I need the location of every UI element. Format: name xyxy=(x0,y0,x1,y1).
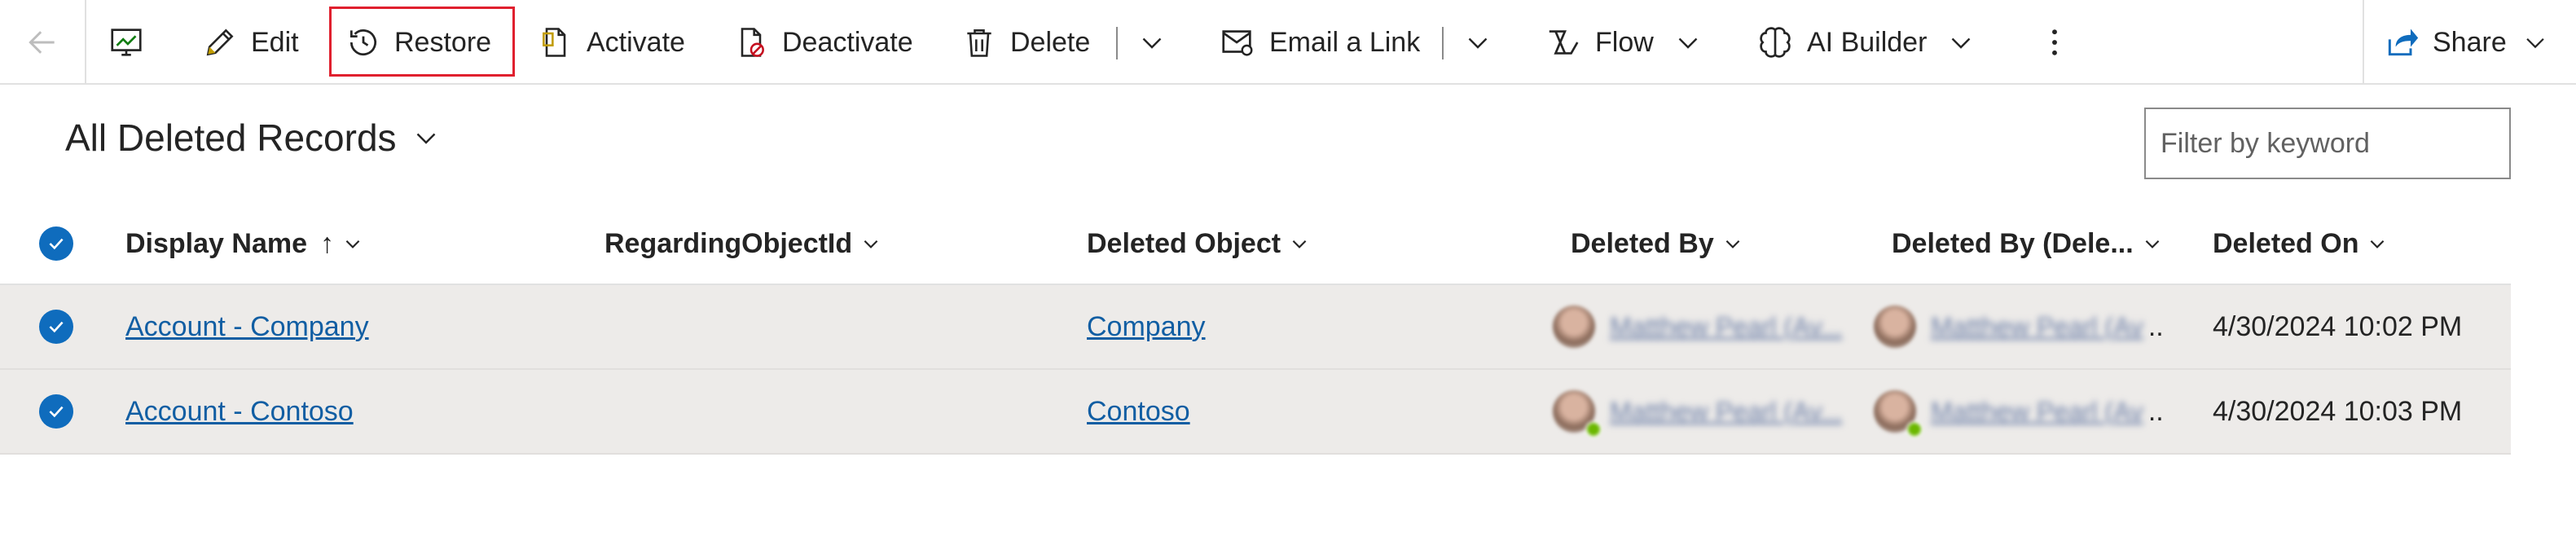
activate-button[interactable]: Activate xyxy=(538,0,685,85)
deleted-by-delegate-link[interactable]: Matthew Pearl (Av xyxy=(1931,312,2143,342)
chevron-down-icon xyxy=(2145,240,2160,248)
deleted-by-link[interactable]: Matthew Pearl (Av... xyxy=(1610,397,1842,427)
view-title: All Deleted Records xyxy=(65,117,397,159)
deleted-by-delegate-cell[interactable]: Matthew Pearl (Av .. xyxy=(1874,285,2164,368)
column-label: Deleted On xyxy=(2213,227,2359,259)
chevron-down-icon xyxy=(1952,37,1971,49)
command-bar: Edit Restore Activate Deactivate Delete … xyxy=(0,0,2576,85)
toolbar-separator xyxy=(1116,27,1118,59)
ai-builder-label: AI Builder xyxy=(1807,26,1928,58)
column-header-deleted-by-delegate[interactable]: Deleted By (Dele... xyxy=(1892,204,2163,284)
checkmark-icon xyxy=(49,406,64,418)
column-label: Deleted Object xyxy=(1087,227,1281,259)
deleted-by-link[interactable]: Matthew Pearl (Av... xyxy=(1610,312,1842,342)
email-link-button[interactable]: Email a Link xyxy=(1219,0,1420,85)
column-label: RegardingObjectId xyxy=(604,227,853,259)
display-name-link[interactable]: Account - Contoso xyxy=(125,396,354,428)
share-button[interactable]: Share xyxy=(2384,0,2549,85)
sort-ascending-icon: ↑ xyxy=(320,227,334,259)
checkmark-icon xyxy=(49,238,64,250)
truncation-ellipsis: .. xyxy=(2147,310,2164,342)
delete-more-button[interactable] xyxy=(1137,0,1167,85)
back-arrow-icon xyxy=(29,31,55,54)
pencil-icon xyxy=(206,29,234,56)
email-link-icon xyxy=(1222,30,1253,56)
back-button[interactable] xyxy=(24,0,60,85)
flow-button[interactable]: Flow xyxy=(1545,0,1703,85)
more-vertical-icon xyxy=(2052,29,2057,55)
deleted-by-delegate-cell[interactable]: Matthew Pearl (Av .. xyxy=(1874,370,2164,453)
share-icon xyxy=(2388,29,2419,56)
deactivate-label: Deactivate xyxy=(782,26,913,58)
column-label: Deleted By (Dele... xyxy=(1892,227,2134,259)
chevron-down-icon xyxy=(345,240,360,248)
table-row[interactable]: Account - Contoso Contoso Matthew Pearl … xyxy=(0,370,2511,455)
checkmark-icon xyxy=(49,321,64,333)
avatar xyxy=(1874,306,1916,348)
row-checkbox[interactable] xyxy=(39,310,73,344)
presence-available-icon xyxy=(1585,421,1602,437)
deleted-on-value: 4/30/2024 10:03 PM xyxy=(2213,395,2463,427)
flow-label: Flow xyxy=(1595,26,1654,58)
deleted-by-cell[interactable]: Matthew Pearl (Av... xyxy=(1553,285,1842,368)
deleted-object-link[interactable]: Contoso xyxy=(1087,396,1190,428)
deleted-object-link[interactable]: Company xyxy=(1087,311,1206,343)
delete-label: Delete xyxy=(1010,26,1091,58)
column-header-deleted-by[interactable]: Deleted By xyxy=(1571,204,1743,284)
restore-highlight xyxy=(329,7,515,77)
document-blocked-icon xyxy=(741,28,764,57)
activate-label: Activate xyxy=(587,26,685,58)
select-all-checkbox[interactable] xyxy=(39,226,73,261)
toolbar-divider xyxy=(2363,0,2364,85)
records-grid: Display Name ↑ RegardingObjectId Deleted… xyxy=(0,204,2511,455)
chevron-down-icon xyxy=(1142,37,1162,49)
toolbar-divider xyxy=(85,0,86,85)
chevron-down-icon xyxy=(1292,240,1307,248)
deactivate-button[interactable]: Deactivate xyxy=(733,0,913,85)
email-link-more-button[interactable] xyxy=(1463,0,1492,85)
edit-button[interactable]: Edit xyxy=(202,0,299,85)
ai-builder-button[interactable]: AI Builder xyxy=(1756,0,1976,85)
column-header-regarding[interactable]: RegardingObjectId xyxy=(604,204,881,284)
chevron-down-icon xyxy=(1725,240,1740,248)
deleted-on-value: 4/30/2024 10:02 PM xyxy=(2213,310,2463,342)
brain-icon xyxy=(1760,27,1791,58)
avatar xyxy=(1553,306,1595,348)
delete-button[interactable]: Delete xyxy=(961,0,1090,85)
row-checkbox[interactable] xyxy=(39,394,73,429)
chevron-down-icon xyxy=(416,133,435,144)
chart-icon xyxy=(111,29,142,56)
chevron-down-icon xyxy=(1468,37,1488,49)
share-label: Share xyxy=(2433,26,2507,58)
table-row[interactable]: Account - Company Company Matthew Pearl … xyxy=(0,285,2511,370)
column-label: Display Name xyxy=(125,227,307,259)
presence-available-icon xyxy=(1906,421,1923,437)
truncation-ellipsis: .. xyxy=(2147,395,2164,427)
email-link-label: Email a Link xyxy=(1269,26,1421,58)
edit-label: Edit xyxy=(251,26,299,58)
column-header-display-name[interactable]: Display Name ↑ xyxy=(125,204,363,284)
toolbar-separator xyxy=(1442,27,1444,59)
column-header-deleted-on[interactable]: Deleted On xyxy=(2213,204,2388,284)
chevron-down-icon xyxy=(2371,240,2385,248)
deleted-by-cell[interactable]: Matthew Pearl (Av... xyxy=(1553,370,1842,453)
show-chart-button[interactable] xyxy=(108,0,145,85)
display-name-link[interactable]: Account - Company xyxy=(125,311,369,343)
filter-input[interactable] xyxy=(2144,108,2511,179)
trash-icon xyxy=(967,29,991,57)
avatar xyxy=(1553,390,1602,437)
deleted-by-delegate-link[interactable]: Matthew Pearl (Av xyxy=(1931,397,2143,427)
chevron-down-icon xyxy=(864,240,878,248)
document-icon xyxy=(543,28,566,57)
flow-icon xyxy=(1549,30,1579,55)
grid-header-row: Display Name ↑ RegardingObjectId Deleted… xyxy=(0,204,2511,285)
chevron-down-icon xyxy=(1678,37,1698,49)
avatar xyxy=(1874,390,1923,437)
view-selector[interactable]: All Deleted Records xyxy=(65,116,441,160)
column-label: Deleted By xyxy=(1571,227,1714,259)
column-header-deleted-object[interactable]: Deleted Object xyxy=(1087,204,1310,284)
more-commands-button[interactable] xyxy=(2040,0,2069,85)
chevron-down-icon xyxy=(2526,37,2544,49)
